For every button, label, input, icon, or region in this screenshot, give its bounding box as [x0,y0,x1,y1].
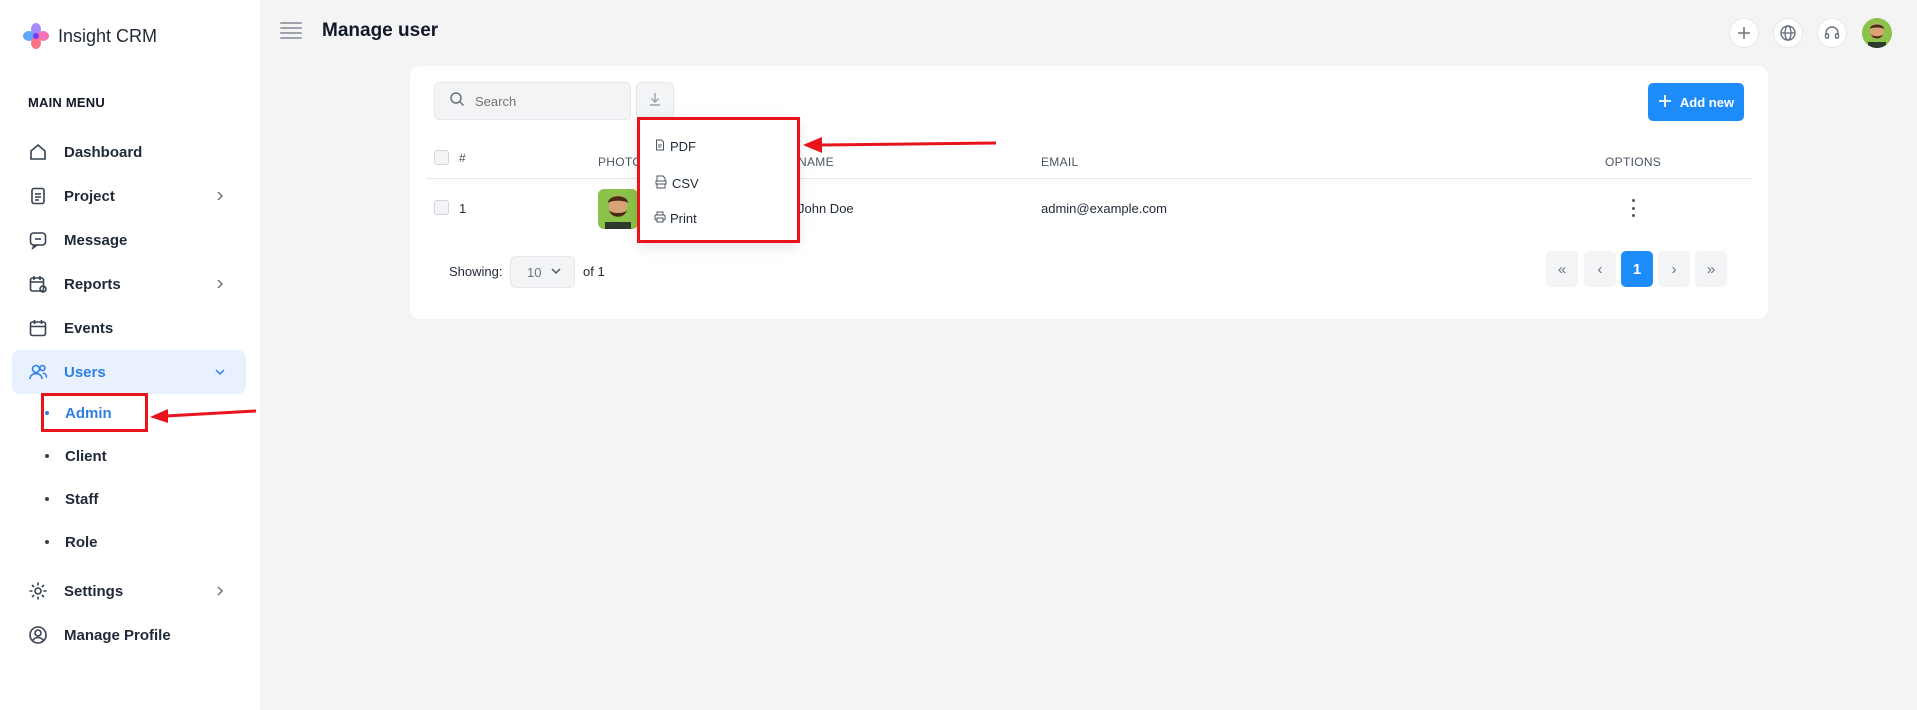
download-icon [647,91,663,112]
annotation-arrow-admin [150,409,257,423]
submenu-item-label: Staff [65,490,99,508]
select-all-checkbox[interactable] [434,150,449,165]
submenu-item-staff[interactable]: Staff [45,487,98,511]
per-page-value: 10 [527,264,542,280]
sidebar-item-label: Project [64,187,115,205]
sidebar-item-users[interactable]: Users [12,350,246,394]
sidebar-item-label: Settings [64,582,124,600]
submenu-item-label: Role [65,533,98,551]
globe-icon[interactable] [1773,18,1803,48]
sidebar: Insight CRM MAIN MENU Dashboard Project … [0,0,260,710]
calendar-report-icon [28,274,48,294]
users-card: Add new # PHOTO NAME EMAIL OPTIONS 1 Joh… [410,66,1768,319]
brand-logo-icon [22,22,50,50]
export-button[interactable] [636,82,674,120]
bullet-dot [45,454,49,458]
total-pages-label: of 1 [583,264,605,279]
add-new-label: Add new [1679,94,1735,110]
table-divider [426,178,1752,179]
row-index: 1 [459,201,467,216]
chevron-down-icon [549,264,563,281]
submenu-item-role[interactable]: Role [45,530,98,554]
submenu-item-client[interactable]: Client [45,444,107,468]
plus-icon[interactable] [1729,18,1759,48]
sidebar-item-label: Message [64,231,128,249]
column-header-photo: PHOTO [598,155,642,169]
search-box[interactable] [434,82,631,120]
brand[interactable]: Insight CRM [22,22,157,50]
search-input[interactable] [475,93,615,109]
last-page-button[interactable]: » [1695,251,1727,287]
chevron-down-icon [212,364,228,380]
sidebar-item-label: Users [64,363,106,381]
sidebar-item-message[interactable]: Message [12,218,246,262]
row-name: John Doe [798,201,854,216]
sidebar-item-label: Manage Profile [64,626,171,644]
menu-heading: MAIN MENU [28,95,105,110]
hamburger-menu-icon[interactable] [280,22,302,40]
column-header-index: # [459,151,466,165]
per-page-select[interactable]: 10 [510,256,575,288]
gear-icon [28,581,48,601]
sidebar-item-reports[interactable]: Reports [12,262,246,306]
bullet-dot [45,540,49,544]
search-icon [449,91,465,112]
bullet-dot [45,497,49,501]
row-checkbox[interactable] [434,200,449,215]
sidebar-item-settings[interactable]: Settings [12,569,246,613]
first-page-button[interactable]: « [1546,251,1578,287]
sidebar-item-events[interactable]: Events [12,306,246,350]
headset-icon[interactable] [1817,18,1847,48]
submenu-item-label: Client [65,447,107,465]
profile-icon [28,625,48,645]
row-options-icon[interactable] [1628,199,1638,217]
chevron-right-icon [212,583,228,599]
annotation-box-admin [41,393,148,432]
document-icon [28,186,48,206]
page-1-button[interactable]: 1 [1621,251,1653,287]
row-email: admin@example.com [1041,201,1167,216]
sidebar-item-dashboard[interactable]: Dashboard [12,130,246,174]
sidebar-item-label: Reports [64,275,121,293]
home-icon [28,142,48,162]
column-header-email: EMAIL [1041,155,1079,169]
page-title: Manage user [322,20,439,41]
column-header-options: OPTIONS [1605,155,1662,169]
annotation-arrow-export [803,137,997,153]
calendar-icon [28,318,48,338]
users-icon [28,362,48,382]
sidebar-item-project[interactable]: Project [12,174,246,218]
prev-page-button[interactable]: ‹ [1584,251,1616,287]
sidebar-item-label: Events [64,319,114,337]
sidebar-item-label: Dashboard [64,143,143,161]
chevron-right-icon [212,188,228,204]
annotation-box-export [637,117,800,243]
sidebar-item-manage-profile[interactable]: Manage Profile [12,613,246,657]
plus-icon [1658,94,1672,111]
user-photo [598,189,638,229]
brand-name: Insight CRM [58,25,158,46]
showing-label: Showing: [449,264,503,279]
chat-icon [28,230,48,250]
avatar[interactable] [1862,18,1892,48]
chevron-right-icon [212,276,228,292]
add-new-button[interactable]: Add new [1648,83,1744,121]
next-page-button[interactable]: › [1658,251,1690,287]
